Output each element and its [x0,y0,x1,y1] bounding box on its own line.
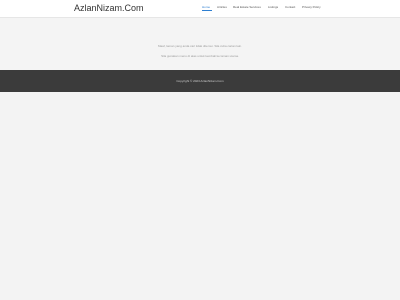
page-background [0,92,400,300]
nav-active-indicator [202,10,212,11]
footer-copyright: Copyright © 2023 AzlanNizam.Com [176,79,224,83]
nav-item-real-estate-services[interactable]: Real Estate Services [233,5,261,9]
content-message-primary: Maaf, laman yang anda cari tidak ditemui… [157,44,243,48]
content-message-secondary: Sila gunakan menu di atas untuk kembali … [161,54,239,58]
main-content: Maaf, laman yang anda cari tidak ditemui… [0,18,400,70]
site-footer: Copyright © 2023 AzlanNizam.Com [0,70,400,92]
nav-item-privacy-policy[interactable]: Privacy Policy [302,5,321,9]
main-nav: Home Articles Real Estate Services Listi… [0,5,400,13]
nav-item-home[interactable]: Home [202,5,210,9]
nav-item-articles[interactable]: Articles [217,5,227,9]
site-header: AzlanNizam.Com Home Articles Real Estate… [0,0,400,18]
nav-item-listings[interactable]: Listings [268,5,278,9]
nav-item-contact[interactable]: Contact [285,5,295,9]
page: AzlanNizam.Com Home Articles Real Estate… [0,0,400,300]
